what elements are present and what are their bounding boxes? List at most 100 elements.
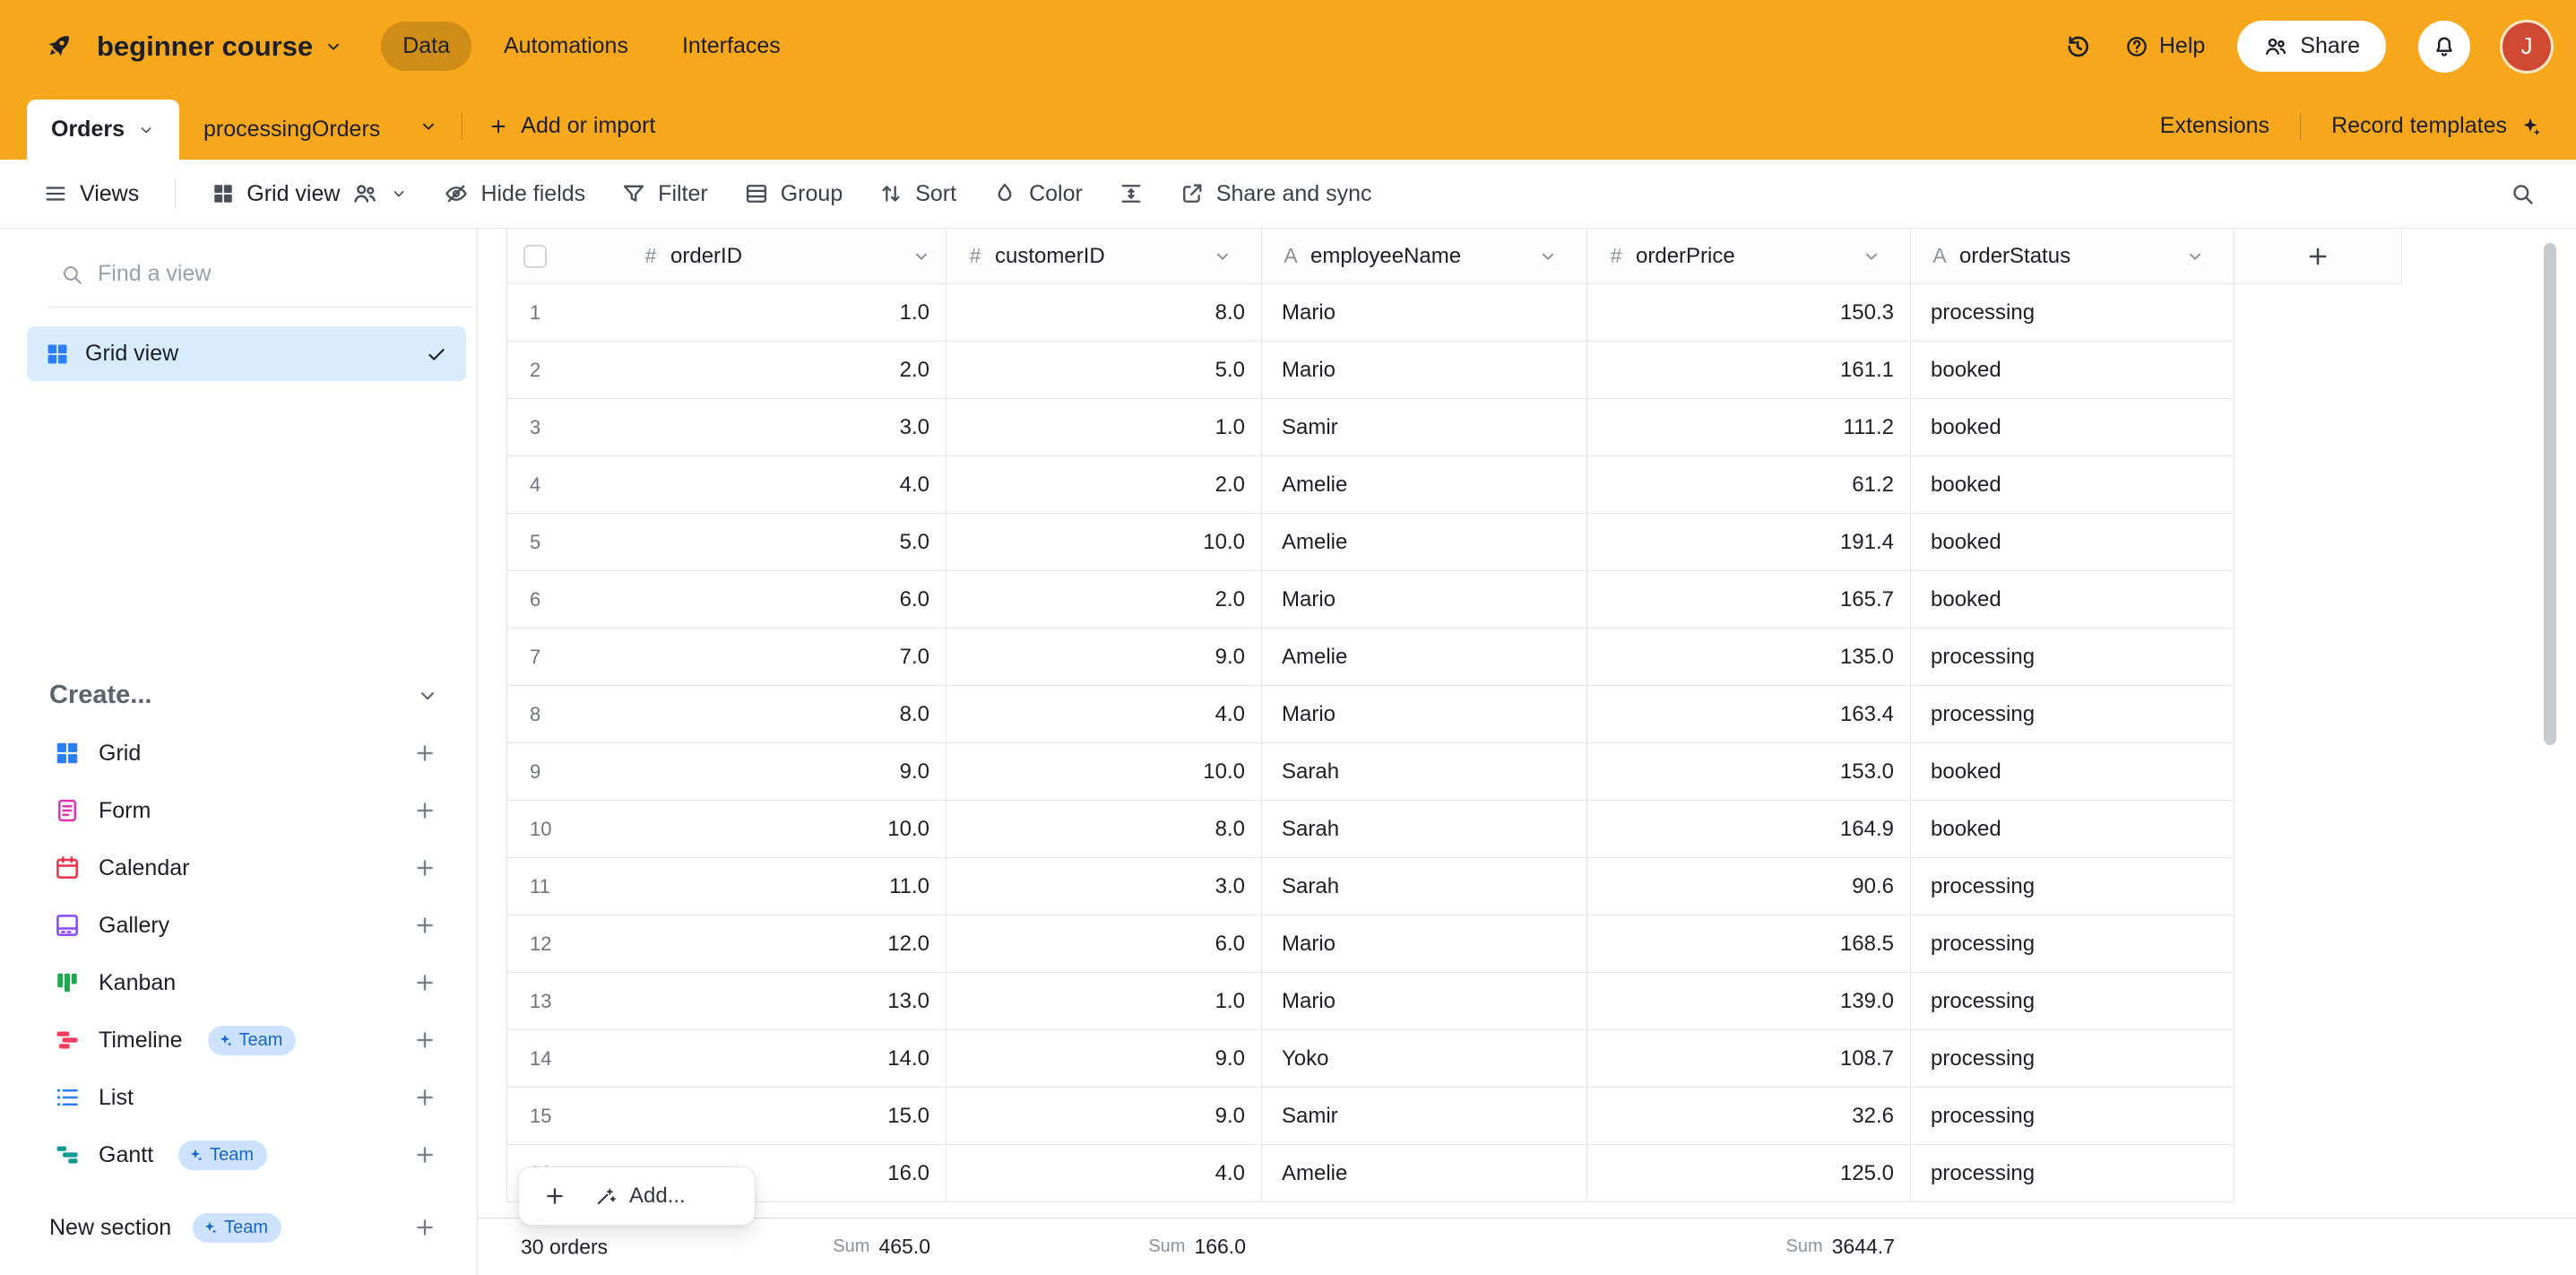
select-all-checkbox[interactable]: [523, 245, 547, 268]
cell-employeeName[interactable]: Mario: [1262, 915, 1587, 973]
cell-employeeName[interactable]: Yoko: [1262, 1030, 1587, 1088]
cell-orderStatus[interactable]: processing: [1911, 1088, 2235, 1145]
footer-sum-customerID[interactable]: Sum166.0: [947, 1219, 1262, 1275]
cell-customerID[interactable]: 10.0: [947, 514, 1262, 571]
group-button[interactable]: Group: [730, 172, 857, 216]
cell-customerID[interactable]: 9.0: [947, 1030, 1262, 1088]
add-record-button[interactable]: Add...: [518, 1167, 756, 1226]
sidebar-new-section[interactable]: New section Team: [0, 1203, 477, 1252]
cell-employeeName[interactable]: Mario: [1262, 284, 1587, 342]
cell-orderPrice[interactable]: 161.1: [1587, 342, 1911, 399]
cell-customerID[interactable]: 3.0: [947, 858, 1262, 915]
share-button[interactable]: Share: [2237, 21, 2386, 72]
field-menu-chevron[interactable]: [1538, 247, 1558, 266]
cell-orderPrice[interactable]: 191.4: [1587, 514, 1911, 571]
top-nav-interfaces[interactable]: Interfaces: [661, 22, 802, 71]
cell-orderPrice[interactable]: 168.5: [1587, 915, 1911, 973]
create-view-gantt[interactable]: GanttTeam: [0, 1126, 477, 1184]
notifications-button[interactable]: [2418, 21, 2470, 73]
create-section-header[interactable]: Create...: [0, 681, 477, 710]
find-view-input[interactable]: [98, 261, 473, 287]
cell-employeeName[interactable]: Amelie: [1262, 456, 1587, 514]
add-with-ai-button[interactable]: Add...: [594, 1184, 686, 1209]
color-button[interactable]: Color: [978, 172, 1097, 216]
create-view-form[interactable]: Form: [0, 782, 477, 839]
cell-orderStatus[interactable]: booked: [1911, 342, 2235, 399]
cell-orderID[interactable]: 77.0: [506, 629, 947, 686]
cell-orderStatus[interactable]: processing: [1911, 858, 2235, 915]
cell-customerID[interactable]: 10.0: [947, 743, 1262, 801]
cell-orderID[interactable]: 1515.0: [506, 1088, 947, 1145]
cell-orderStatus[interactable]: booked: [1911, 801, 2235, 858]
add-kanban-view-button[interactable]: [412, 970, 437, 995]
cell-orderStatus[interactable]: booked: [1911, 743, 2235, 801]
cell-orderPrice[interactable]: 108.7: [1587, 1030, 1911, 1088]
top-nav-automations[interactable]: Automations: [482, 22, 650, 71]
cell-orderID[interactable]: 33.0: [506, 399, 947, 456]
views-button[interactable]: Views: [29, 172, 153, 216]
cell-orderStatus[interactable]: processing: [1911, 915, 2235, 973]
add-section-button[interactable]: [412, 1215, 437, 1240]
history-icon[interactable]: [2063, 32, 2092, 61]
cell-orderID[interactable]: 22.0: [506, 342, 947, 399]
cell-customerID[interactable]: 9.0: [947, 629, 1262, 686]
top-nav-data[interactable]: Data: [381, 22, 471, 71]
add-field-button[interactable]: [2235, 229, 2402, 284]
find-view-search[interactable]: [49, 256, 473, 308]
share-and-sync-button[interactable]: Share and sync: [1165, 172, 1387, 216]
cell-orderID[interactable]: 55.0: [506, 514, 947, 571]
field-header-orderStatus[interactable]: AorderStatus: [1911, 229, 2235, 284]
cell-orderID[interactable]: 88.0: [506, 686, 947, 743]
hide-fields-button[interactable]: Hide fields: [429, 172, 600, 216]
cell-customerID[interactable]: 8.0: [947, 801, 1262, 858]
create-view-kanban[interactable]: Kanban: [0, 954, 477, 1011]
cell-customerID[interactable]: 9.0: [947, 1088, 1262, 1145]
cell-employeeName[interactable]: Amelie: [1262, 1145, 1587, 1202]
cell-employeeName[interactable]: Sarah: [1262, 743, 1587, 801]
cell-orderStatus[interactable]: processing: [1911, 1145, 2235, 1202]
cell-orderPrice[interactable]: 111.2: [1587, 399, 1911, 456]
add-calendar-view-button[interactable]: [412, 855, 437, 880]
field-menu-chevron[interactable]: [1213, 247, 1232, 266]
add-timeline-view-button[interactable]: [412, 1028, 437, 1053]
cell-orderID[interactable]: 1313.0: [506, 973, 947, 1030]
cell-orderStatus[interactable]: processing: [1911, 973, 2235, 1030]
row-height-button[interactable]: [1104, 172, 1158, 215]
cell-employeeName[interactable]: Amelie: [1262, 629, 1587, 686]
cell-orderPrice[interactable]: 165.7: [1587, 571, 1911, 629]
plus-icon[interactable]: [542, 1184, 567, 1209]
create-view-timeline[interactable]: TimelineTeam: [0, 1011, 477, 1069]
cell-customerID[interactable]: 4.0: [947, 1145, 1262, 1202]
cell-orderPrice[interactable]: 61.2: [1587, 456, 1911, 514]
cell-orderID[interactable]: 1010.0: [506, 801, 947, 858]
field-header-employeeName[interactable]: AemployeeName: [1262, 229, 1587, 284]
cell-orderID[interactable]: 44.0: [506, 456, 947, 514]
create-view-grid[interactable]: Grid: [0, 724, 477, 782]
cell-orderID[interactable]: 1212.0: [506, 915, 947, 973]
field-header-customerID[interactable]: #customerID: [947, 229, 1262, 284]
extensions-button[interactable]: Extensions: [2160, 113, 2269, 139]
cell-orderID[interactable]: 66.0: [506, 571, 947, 629]
cell-employeeName[interactable]: Amelie: [1262, 514, 1587, 571]
cell-employeeName[interactable]: Mario: [1262, 686, 1587, 743]
add-or-import-button[interactable]: Add or import: [471, 92, 671, 160]
add-gantt-view-button[interactable]: [412, 1142, 437, 1167]
cell-orderID[interactable]: 1414.0: [506, 1030, 947, 1088]
cell-orderStatus[interactable]: booked: [1911, 571, 2235, 629]
add-form-view-button[interactable]: [412, 798, 437, 823]
cell-customerID[interactable]: 6.0: [947, 915, 1262, 973]
cell-customerID[interactable]: 2.0: [947, 571, 1262, 629]
cell-employeeName[interactable]: Mario: [1262, 571, 1587, 629]
cell-orderPrice[interactable]: 164.9: [1587, 801, 1911, 858]
record-templates-button[interactable]: Record templates: [2331, 113, 2542, 139]
cell-customerID[interactable]: 2.0: [947, 456, 1262, 514]
cell-orderPrice[interactable]: 163.4: [1587, 686, 1911, 743]
cell-orderPrice[interactable]: 150.3: [1587, 284, 1911, 342]
add-gallery-view-button[interactable]: [412, 913, 437, 938]
cell-employeeName[interactable]: Mario: [1262, 973, 1587, 1030]
create-view-calendar[interactable]: Calendar: [0, 839, 477, 897]
cell-orderStatus[interactable]: booked: [1911, 399, 2235, 456]
footer-sum-orderPrice[interactable]: Sum3644.7: [1587, 1219, 1911, 1275]
cell-orderStatus[interactable]: processing: [1911, 1030, 2235, 1088]
cell-customerID[interactable]: 4.0: [947, 686, 1262, 743]
